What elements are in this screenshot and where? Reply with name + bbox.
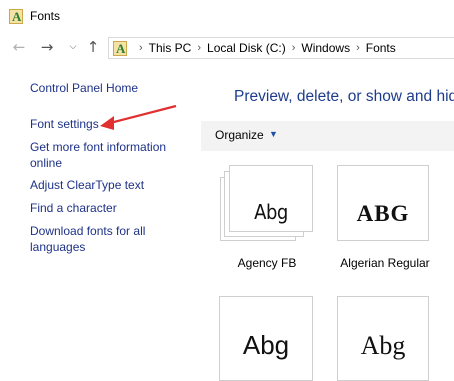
- font-tile-agency-fb[interactable]: Abg: [229, 165, 313, 232]
- arrow-right-icon[interactable]: →: [38, 38, 56, 56]
- annotation-arrow-icon: [100, 104, 177, 130]
- page-heading: Preview, delete, or show and hid: [234, 88, 454, 105]
- control-panel-home-link[interactable]: Control Panel Home: [30, 80, 138, 96]
- find-character-link[interactable]: Find a character: [30, 200, 117, 216]
- font-name-label[interactable]: Algerian Regular: [333, 256, 437, 270]
- breadcrumb-local-disk[interactable]: Local Disk (C:): [207, 41, 286, 55]
- breadcrumb-windows[interactable]: Windows: [301, 41, 350, 55]
- address-bar[interactable]: A › This PC › Local Disk (C:) › Windows …: [108, 37, 454, 59]
- fonts-folder-icon: A: [9, 9, 23, 24]
- chevron-down-icon[interactable]: ⌵: [64, 38, 82, 56]
- chevron-right-icon[interactable]: ›: [139, 42, 143, 54]
- download-fonts-link[interactable]: Download fonts for all languages: [30, 223, 145, 255]
- arrow-up-icon[interactable]: ↑: [84, 38, 102, 56]
- font-preview: Abg: [254, 200, 288, 224]
- breadcrumb: › This PC › Local Disk (C:) › Windows › …: [133, 41, 396, 55]
- command-toolbar: Organize ▼: [201, 121, 454, 151]
- get-more-font-info-link[interactable]: Get more font information online: [30, 139, 166, 171]
- chevron-right-icon[interactable]: ›: [292, 42, 296, 54]
- chevron-right-icon[interactable]: ›: [356, 42, 360, 54]
- font-tile-algerian[interactable]: ABG: [337, 165, 429, 241]
- font-preview: ABG: [356, 201, 410, 226]
- fonts-folder-icon: A: [113, 41, 127, 56]
- breadcrumb-this-pc[interactable]: This PC: [149, 41, 192, 55]
- adjust-cleartype-link[interactable]: Adjust ClearType text: [30, 177, 144, 193]
- font-preview: Abg: [242, 330, 290, 360]
- font-name-label[interactable]: Agency FB: [222, 256, 312, 270]
- organize-button[interactable]: Organize: [215, 128, 264, 142]
- chevron-right-icon[interactable]: ›: [197, 42, 201, 54]
- font-settings-link[interactable]: Font settings: [30, 116, 99, 132]
- arrow-left-icon[interactable]: ←: [10, 38, 28, 56]
- breadcrumb-fonts[interactable]: Fonts: [366, 41, 396, 55]
- title-bar: A Fonts: [0, 0, 454, 33]
- font-tile-4[interactable]: Abg: [337, 296, 429, 381]
- caret-down-icon[interactable]: ▼: [269, 129, 278, 139]
- font-preview: Abg: [360, 331, 406, 360]
- window-title: Fonts: [30, 9, 61, 23]
- font-tile-3[interactable]: Abg: [219, 296, 313, 381]
